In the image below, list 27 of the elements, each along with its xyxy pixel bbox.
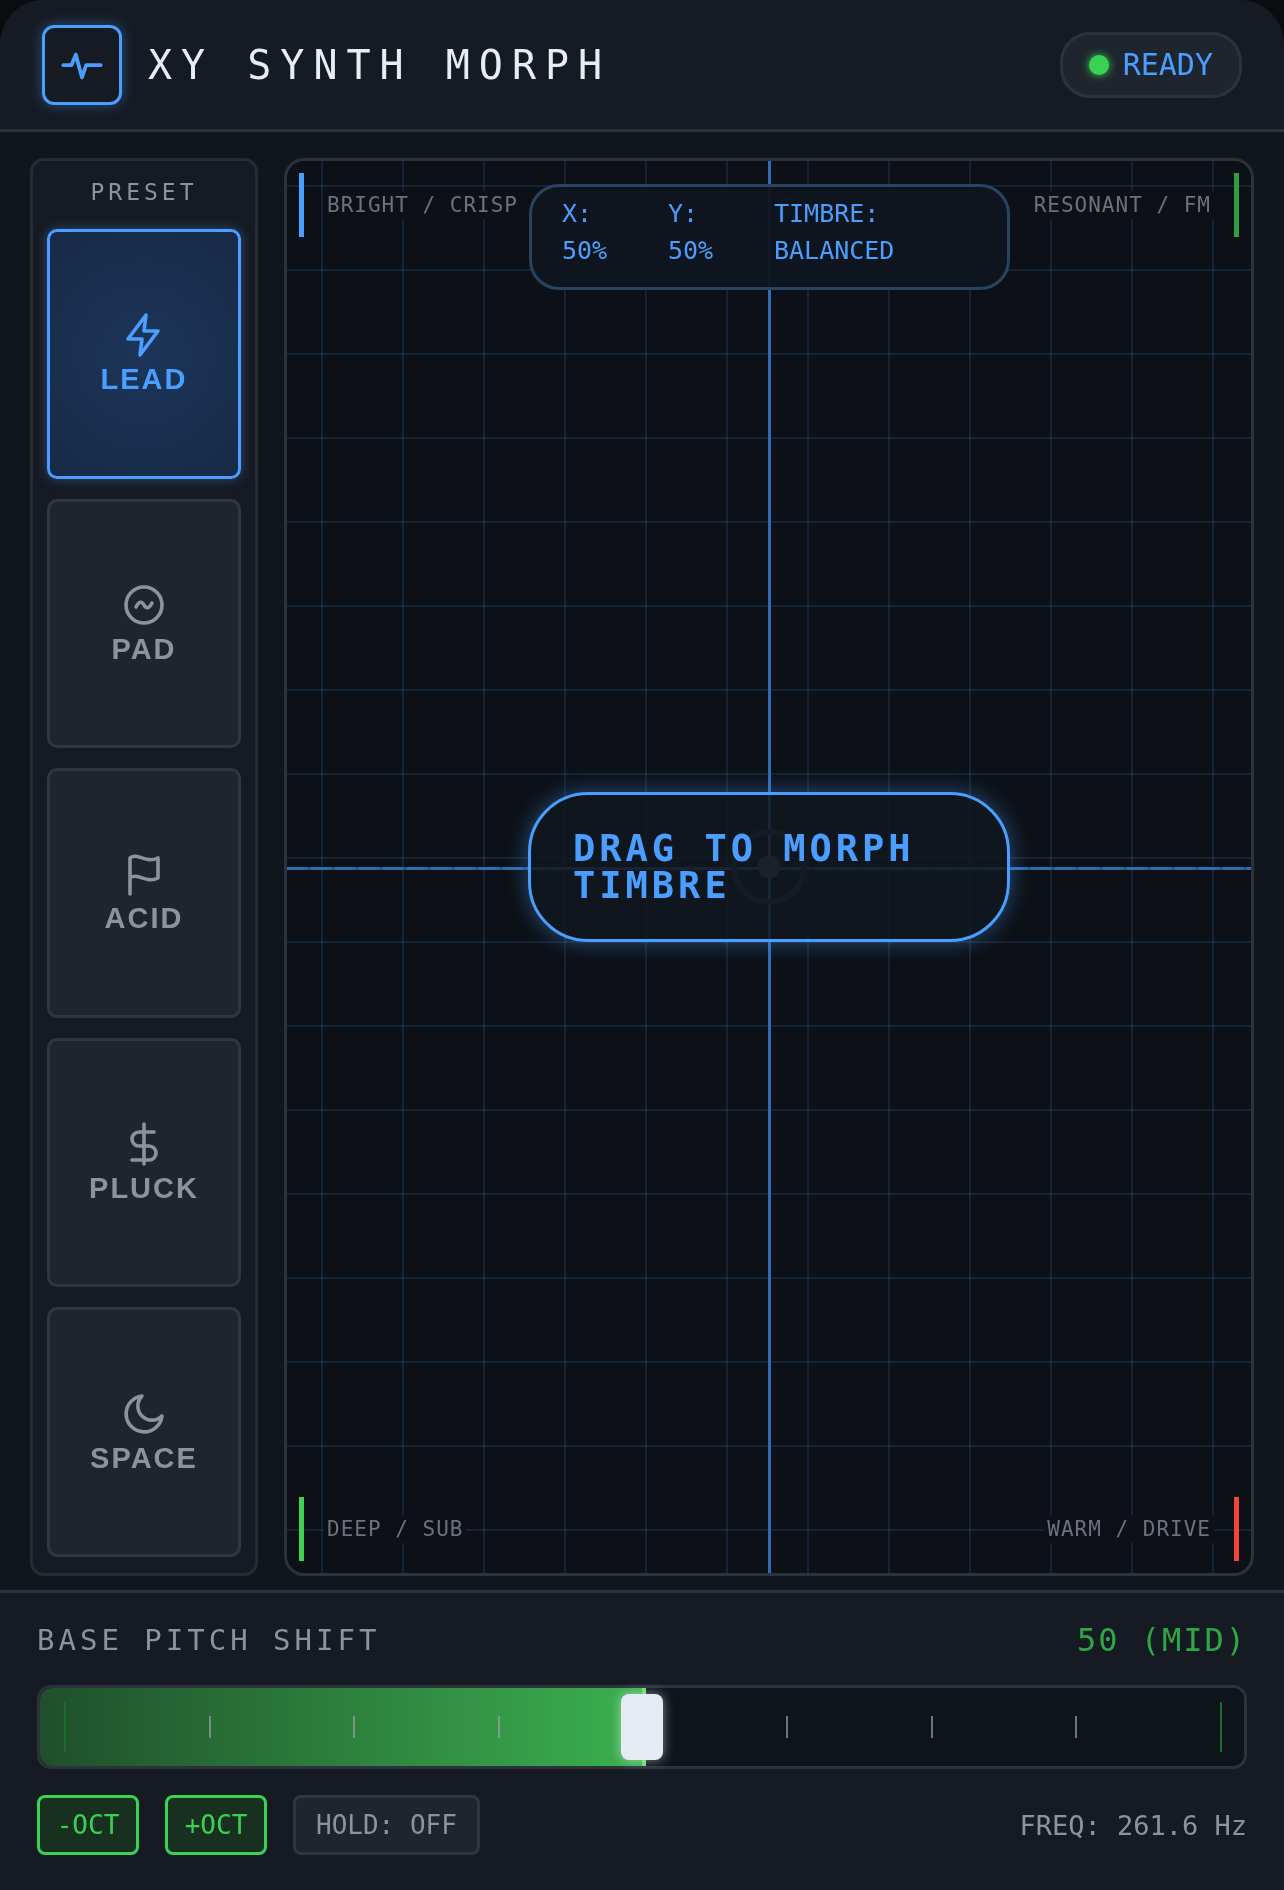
octave-button[interactable]: +OCT [165,1795,267,1855]
pulse-logo-icon [42,24,122,105]
corner-label: DEEP / SUB [324,1515,467,1543]
preset-button[interactable]: PLUCK [47,1037,241,1288]
readout-label: TIMBRE: [774,199,881,228]
readout-value: 50% [668,236,715,265]
pitch-reading: 50 (MID) [1076,1621,1247,1659]
preset-button[interactable]: SPACE [47,1307,241,1557]
pitch-slider[interactable] [37,1685,1247,1769]
readout-value: 50% [562,236,609,265]
hold-button[interactable]: HOLD: OFF [293,1795,480,1855]
readout-label: X: [562,199,594,228]
preset-heading: PRESET [89,179,199,205]
readout-value: BALANCED [774,236,895,265]
frequency-readout: FREQ: 261.6 Hz [1019,1809,1247,1841]
readout-label: Y: [668,199,700,228]
preset-button[interactable]: LEAD [47,229,241,479]
corner-label: WARM / DRIVE [1044,1515,1214,1543]
status-label: READY [1122,47,1213,82]
octave-button[interactable]: -OCT [37,1795,139,1855]
app-title: XY SYNTH MORPH [148,41,613,88]
xy-pad[interactable]: BRIGHT / CRISP RESONANT / FM DEEP / SUB WARM / DRIVE X: 50% Y: 50% TIMBRE: BALANCED DRAG TO MORPH TIMBRE [284,158,1254,1576]
preset-button[interactable]: ACID [47,768,241,1018]
preset-button[interactable]: PAD [47,498,241,749]
pitch-label: BASE PITCH SHIFT [37,1623,381,1657]
drag-hint-tooltip: DRAG TO MORPH TIMBRE [528,792,1010,942]
slider-thumb[interactable] [621,1694,663,1760]
